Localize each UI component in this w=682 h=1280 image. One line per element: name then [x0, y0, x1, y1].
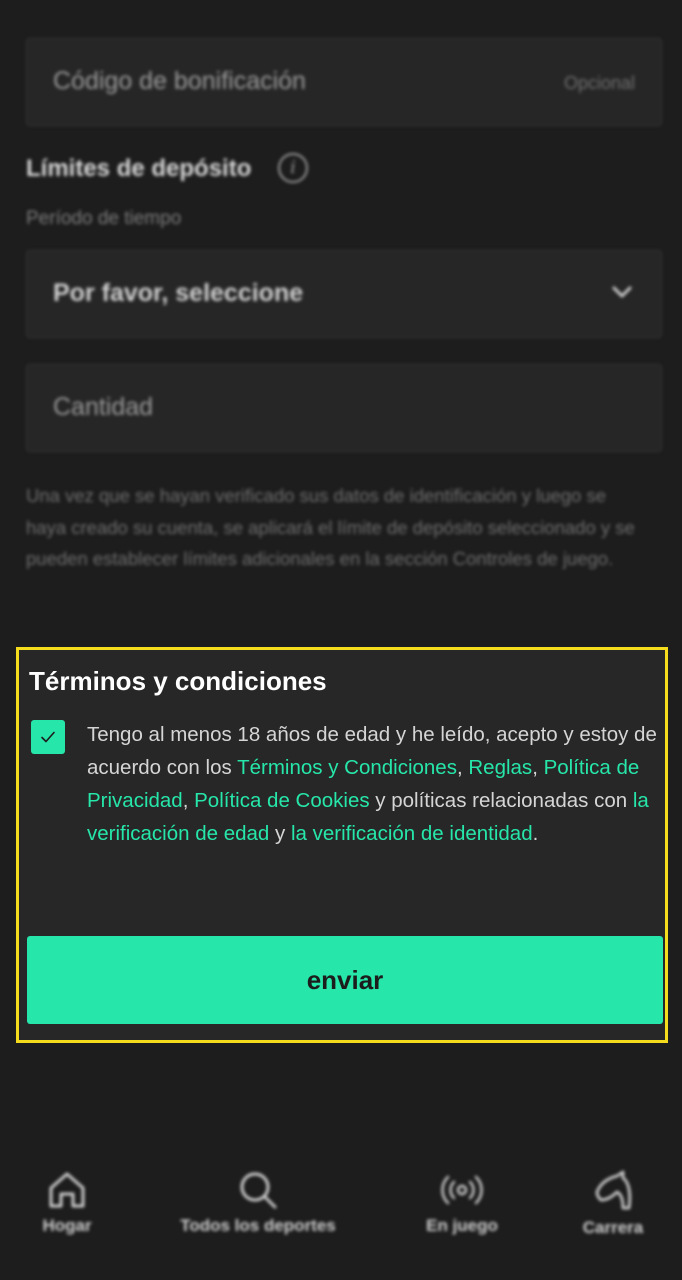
- nav-item-racing[interactable]: Carrera: [576, 1170, 650, 1238]
- bottom-nav: Hogar Todos los deportes En juego Carrer…: [0, 1160, 682, 1280]
- nav-item-live[interactable]: En juego: [420, 1170, 504, 1236]
- bonus-code-placeholder: Código de bonificación: [53, 67, 306, 95]
- terms-text-part: y políticas relacionadas con: [369, 789, 633, 812]
- submit-button[interactable]: enviar: [27, 936, 663, 1024]
- link-rules[interactable]: Reglas: [468, 756, 532, 779]
- amount-placeholder: Cantidad: [53, 393, 154, 421]
- link-cookie-policy[interactable]: Política de Cookies: [194, 789, 369, 812]
- terms-title: Términos y condiciones: [29, 666, 327, 696]
- terms-text-part: ,: [456, 756, 469, 779]
- optional-label: Opcional: [563, 73, 635, 93]
- period-select[interactable]: Por favor, seleccione: [26, 250, 662, 338]
- terms-checkbox[interactable]: [31, 720, 65, 754]
- terms-text-part: ,: [182, 789, 195, 812]
- terms-text-part: y: [269, 822, 291, 845]
- nav-label-all-sports: Todos los deportes: [180, 1216, 336, 1235]
- nav-item-all-sports[interactable]: Todos los deportes: [172, 1170, 344, 1236]
- nav-label-home: Hogar: [42, 1216, 92, 1235]
- terms-section: Términos y condiciones Tengo al menos 18…: [16, 647, 668, 1043]
- nav-item-home[interactable]: Hogar: [38, 1170, 96, 1236]
- terms-text-part: .: [532, 822, 539, 845]
- search-icon: [240, 1172, 277, 1209]
- check-icon: [41, 731, 55, 743]
- terms-text: Tengo al menos 18 años de edad y he leíd…: [87, 718, 659, 850]
- amount-field[interactable]: Cantidad: [26, 364, 662, 452]
- deposit-limit-note: Una vez que se hayan verificado sus dato…: [26, 485, 635, 569]
- period-select-value: Por favor, seleccione: [53, 279, 304, 307]
- nav-label-racing: Carrera: [582, 1218, 644, 1237]
- home-icon: [49, 1172, 85, 1208]
- live-broadcast-icon: [441, 1175, 483, 1205]
- info-icon[interactable]: i: [278, 153, 308, 183]
- deposit-limits-title: Límites de depósito: [26, 155, 252, 182]
- horse-icon: [595, 1170, 632, 1210]
- link-terms-conditions[interactable]: Términos y Condiciones: [237, 756, 457, 779]
- nav-label-live: En juego: [426, 1216, 498, 1235]
- period-label: Período de tiempo: [26, 208, 182, 229]
- terms-text-part: ,: [532, 756, 544, 779]
- chevron-down-icon: [612, 286, 632, 298]
- bonus-code-field[interactable]: Código de bonificación Opcional: [26, 38, 662, 126]
- link-identity-verification[interactable]: la verificación de identidad: [291, 822, 533, 845]
